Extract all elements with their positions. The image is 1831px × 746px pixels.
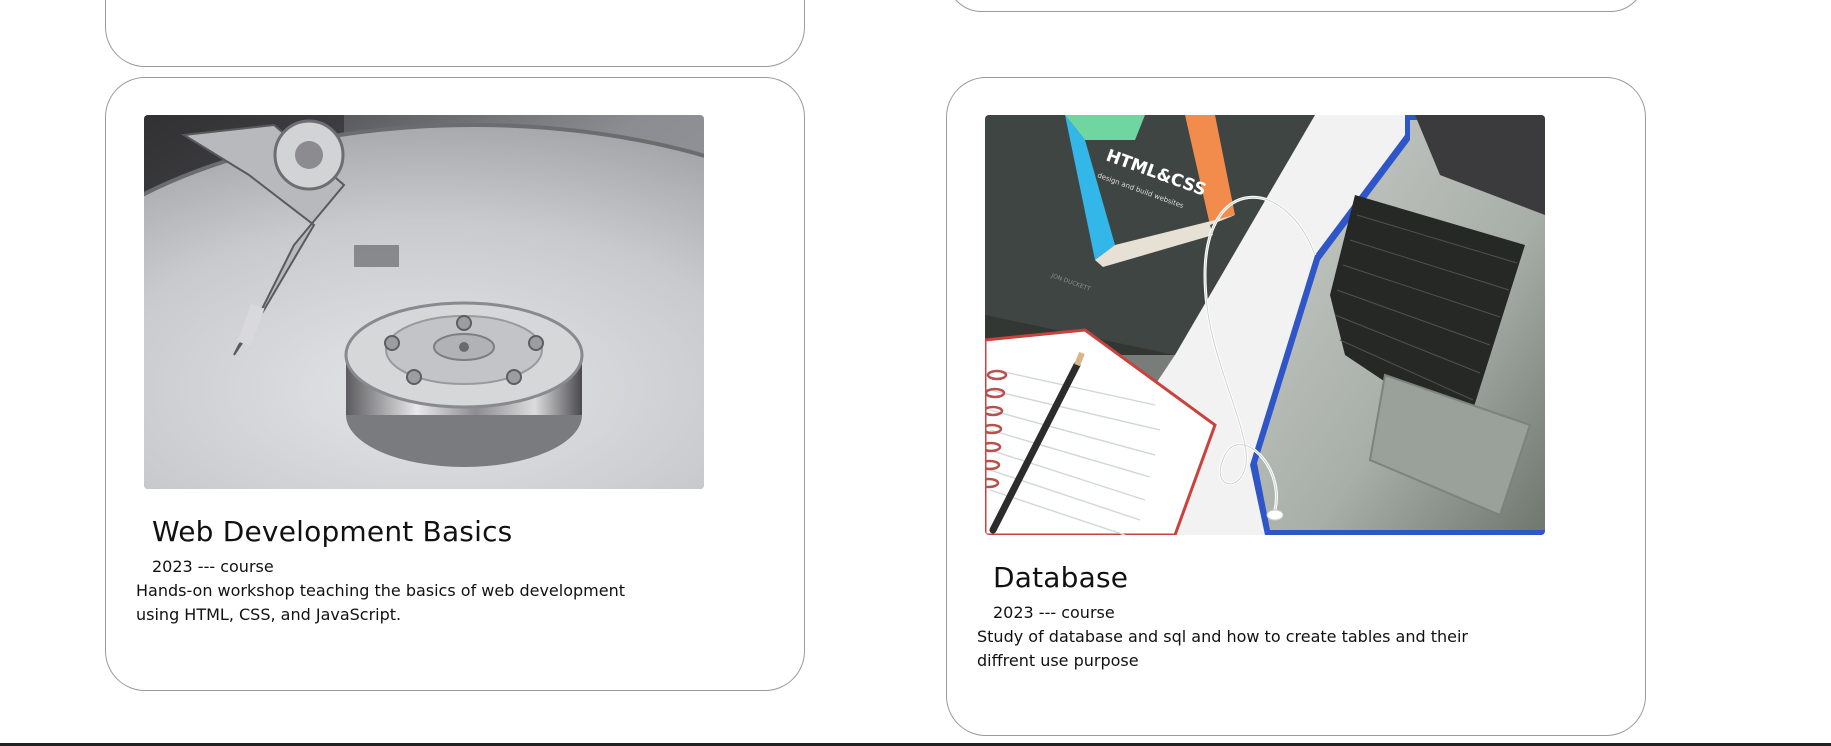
projects-page: Web Development Basics 2023 --- course H… [0,0,1831,746]
hard-drive-illustration [144,115,704,489]
project-card-web-development[interactable]: Web Development Basics 2023 --- course H… [105,77,805,691]
card-meta: 2023 --- course [152,557,274,576]
previous-card-right [946,0,1646,12]
project-card-database[interactable]: HTML&CSS design and build websites JON D… [946,77,1646,736]
previous-card-left [105,0,805,67]
card-title: Web Development Basics [152,515,513,548]
card-description: Hands-on workshop teaching the basics of… [136,581,625,624]
card-meta: 2023 --- course [993,603,1115,622]
card-description: Study of database and sql and how to cre… [977,627,1468,670]
desk-setup-illustration: HTML&CSS design and build websites JON D… [985,115,1545,535]
hard-drive-image [144,115,704,489]
desk-setup-image: HTML&CSS design and build websites JON D… [985,115,1545,535]
card-title: Database [993,561,1129,594]
